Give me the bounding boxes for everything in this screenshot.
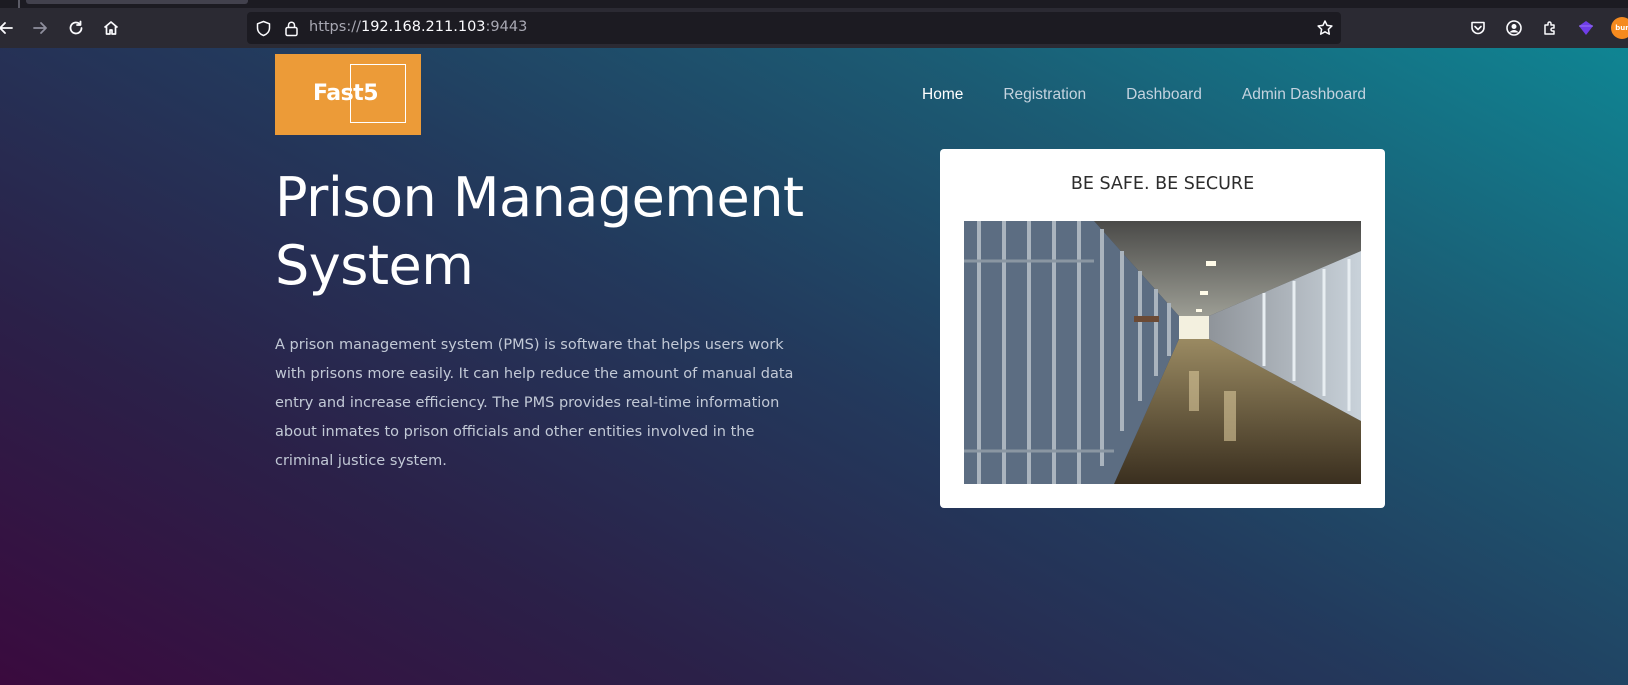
logo-text: Fast5 (313, 81, 379, 106)
forward-icon (33, 22, 47, 34)
active-tab[interactable] (26, 0, 248, 4)
burp-extension-button[interactable]: bur (1608, 14, 1628, 42)
tab-strip (0, 0, 1628, 8)
home-button[interactable] (97, 14, 125, 42)
extension-purple-icon (1579, 21, 1593, 35)
hero-card: BE SAFE. BE SECURE (940, 149, 1385, 508)
nav-home[interactable]: Home (922, 86, 963, 104)
hero-title: Prison Management System (275, 166, 804, 297)
url-bar[interactable]: https://192.168.211.103:9443 (247, 12, 1341, 44)
bookmark-star-button[interactable] (1315, 18, 1335, 38)
forward-button[interactable] (26, 14, 54, 42)
pocket-icon (1471, 21, 1485, 35)
site-logo[interactable]: Fast5 (275, 54, 421, 135)
main-nav: Home Registration Dashboard Admin Dashbo… (922, 86, 1406, 104)
star-icon (1317, 20, 1333, 35)
url-host: 192.168.211.103 (360, 19, 486, 35)
page-content: Fast5 Home Registration Dashboard Admin … (0, 48, 1628, 685)
nav-dashboard[interactable]: Dashboard (1126, 86, 1202, 104)
reload-icon (69, 20, 83, 35)
shield-icon[interactable] (253, 18, 273, 38)
toolbar-right-icons: bur (1464, 14, 1628, 42)
nav-admin-dashboard[interactable]: Admin Dashboard (1242, 86, 1366, 104)
account-icon (1506, 20, 1522, 36)
extensions-button[interactable] (1536, 14, 1564, 42)
reload-button[interactable] (62, 14, 90, 42)
account-button[interactable] (1500, 14, 1528, 42)
browser-toolbar: https://192.168.211.103:9443 bur (0, 8, 1628, 48)
lock-icon[interactable] (281, 18, 301, 38)
back-button[interactable] (0, 14, 20, 42)
burp-label: bur (1615, 24, 1628, 32)
pocket-button[interactable] (1464, 14, 1492, 42)
burp-extension-icon: bur (1611, 17, 1628, 39)
card-title: BE SAFE. BE SECURE (1070, 174, 1255, 194)
extensions-icon (1544, 21, 1555, 35)
url-text[interactable]: https://192.168.211.103:9443 (309, 19, 527, 35)
hero-description: A prison management system (PMS) is soft… (275, 337, 794, 469)
tab-divider (18, 0, 20, 8)
back-icon (0, 22, 13, 34)
extension-purple-button[interactable] (1572, 14, 1600, 42)
url-port: :9443 (485, 19, 528, 35)
home-icon (103, 21, 119, 35)
nav-registration[interactable]: Registration (1003, 86, 1086, 104)
prison-corridor-photo (964, 221, 1361, 484)
url-scheme: https:// (309, 19, 361, 35)
